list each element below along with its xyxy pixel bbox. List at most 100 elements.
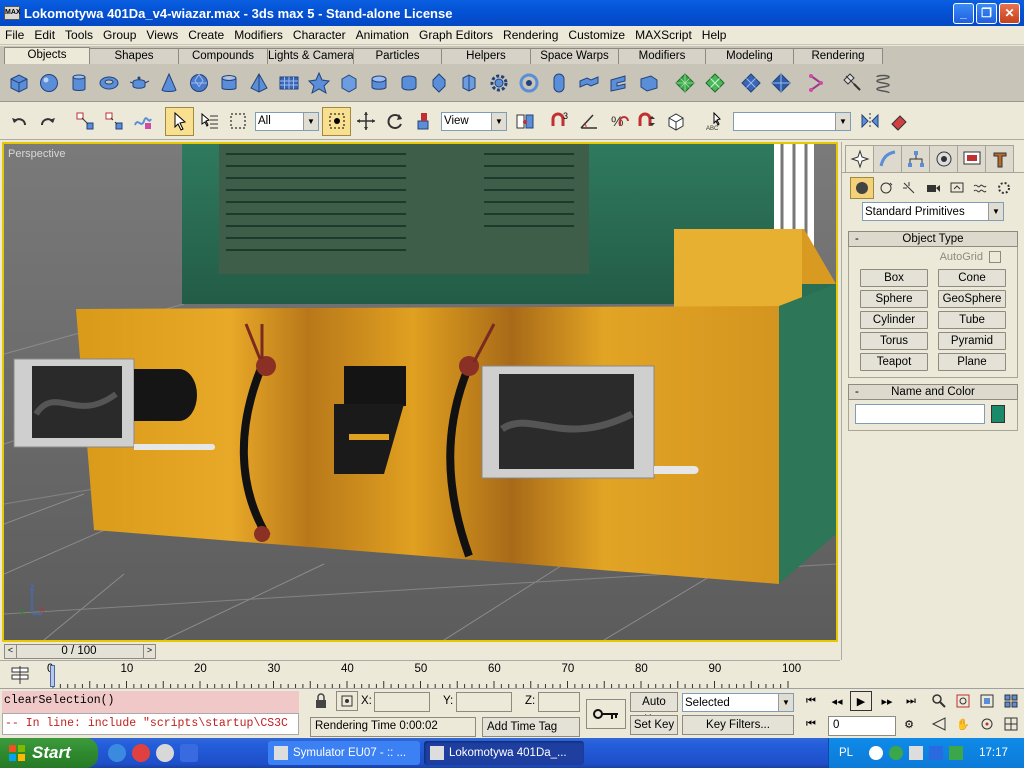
tray-app-icon[interactable] <box>949 746 964 760</box>
select-and-rotate-icon[interactable] <box>380 107 409 136</box>
box-button[interactable]: Box <box>860 269 928 287</box>
network-icon[interactable] <box>869 746 884 760</box>
angle-snap-icon[interactable] <box>574 107 603 136</box>
taskbar-item-lokomotywa[interactable]: Lokomotywa 401Da_... <box>424 741 584 765</box>
pyramid-icon[interactable] <box>244 68 274 98</box>
c-ext-icon[interactable] <box>604 68 634 98</box>
tab-lights-cameras[interactable]: Lights & Cameras <box>267 48 354 64</box>
tab-rendering[interactable]: Rendering <box>793 48 883 64</box>
pan-icon[interactable]: ✋ <box>952 714 974 734</box>
chamfer-cylinder-icon[interactable] <box>364 68 394 98</box>
shapes-icon[interactable] <box>874 177 898 199</box>
arc-rotate-icon[interactable] <box>976 714 998 734</box>
auto-key-button[interactable]: Auto Key <box>630 692 678 726</box>
menu-group[interactable]: Group <box>98 28 141 42</box>
selection-filter-dropdown[interactable]: All ▼ <box>255 111 319 131</box>
use-pivot-center-icon[interactable] <box>510 107 539 136</box>
window-crossing-icon[interactable] <box>322 106 351 136</box>
sphere-icon[interactable] <box>34 68 64 98</box>
tube-icon[interactable] <box>214 68 244 98</box>
box-icon[interactable] <box>4 68 34 98</box>
taskbar-item-symulator[interactable]: Symulator EU07 - :: ... <box>268 741 420 765</box>
time-slider-track[interactable]: < 0 / 100 > <box>4 644 156 659</box>
select-and-move-icon[interactable] <box>351 107 380 136</box>
key-mode-dropdown[interactable]: Selected ▼ <box>682 693 794 712</box>
mirror-icon[interactable] <box>855 107 884 136</box>
spring-icon[interactable] <box>868 68 898 98</box>
add-time-tag-button[interactable]: Add Time Tag <box>482 717 580 737</box>
tube-button[interactable]: Tube <box>938 311 1006 329</box>
name-and-color-rollout-header[interactable]: - Name and Color <box>848 384 1018 400</box>
z-coord-field[interactable] <box>538 692 580 712</box>
tab-shapes[interactable]: Shapes <box>89 48 179 64</box>
unlink-selection-icon[interactable] <box>99 107 128 136</box>
media-icon[interactable] <box>180 744 198 762</box>
undo-icon[interactable] <box>4 107 33 136</box>
browser-icon[interactable] <box>132 744 150 762</box>
menu-create[interactable]: Create <box>183 28 229 42</box>
sphere-button[interactable]: Sphere <box>860 290 928 308</box>
eraser-icon[interactable] <box>884 107 913 136</box>
cv-surface-icon[interactable] <box>766 68 796 98</box>
maxscript-output-line[interactable]: -- In line: include "scripts\startup\CS3… <box>2 713 299 735</box>
zoom-extents-icon[interactable] <box>976 691 998 711</box>
mesh-grid-icon[interactable] <box>670 68 700 98</box>
set-key-button[interactable]: Set Key <box>630 715 678 735</box>
restore-button[interactable]: ❐ <box>976 2 997 24</box>
bind-to-space-warp-icon[interactable] <box>128 107 157 136</box>
utilities-panel-tab[interactable] <box>985 145 1014 172</box>
named-selection-icon[interactable] <box>661 107 690 136</box>
y-coord-field[interactable] <box>456 692 512 712</box>
maximize-viewport-icon[interactable] <box>1000 714 1022 734</box>
modify-panel-tab[interactable] <box>873 145 902 172</box>
object-type-rollout-header[interactable]: - Object Type <box>848 231 1018 247</box>
teapot-icon[interactable] <box>124 68 154 98</box>
autogrid-checkbox[interactable] <box>989 251 1001 263</box>
play-icon[interactable]: ▶ <box>850 691 872 711</box>
snaps-toggle-icon[interactable]: 3 <box>545 107 574 136</box>
gear-icon[interactable] <box>484 68 514 98</box>
x-coord-field[interactable] <box>374 692 430 712</box>
cameras-icon[interactable] <box>921 177 945 199</box>
previous-frame-icon[interactable]: ◂◂ <box>826 691 848 711</box>
motion-panel-tab[interactable] <box>929 145 958 172</box>
edit-named-selections-icon[interactable]: ABC <box>700 107 729 136</box>
named-selection-set-dropdown[interactable]: ▼ <box>733 111 851 131</box>
menu-character[interactable]: Character <box>288 28 351 42</box>
space-warps-icon[interactable] <box>969 177 993 199</box>
prism-icon[interactable] <box>634 68 664 98</box>
menu-rendering[interactable]: Rendering <box>498 28 563 42</box>
patch-grid-icon[interactable] <box>700 68 730 98</box>
torus-icon[interactable] <box>94 68 124 98</box>
gengon-icon[interactable] <box>454 68 484 98</box>
systems-icon[interactable] <box>992 177 1016 199</box>
security-icon[interactable] <box>909 746 924 760</box>
select-and-link-icon[interactable] <box>70 107 99 136</box>
capsule-icon[interactable] <box>544 68 574 98</box>
object-category-dropdown[interactable]: Standard Primitives ▼ <box>862 202 1004 221</box>
select-object-icon[interactable] <box>165 106 194 136</box>
goto-end-icon[interactable]: ⏭ <box>900 691 922 711</box>
zoom-icon[interactable] <box>928 691 950 711</box>
pyramid-button[interactable]: Pyramid <box>938 332 1006 350</box>
volume-icon[interactable] <box>929 746 944 760</box>
3dsmax-quick-icon[interactable] <box>156 744 174 762</box>
show-desktop-icon[interactable] <box>108 744 126 762</box>
absolute-mode-icon[interactable] <box>336 691 358 711</box>
tab-helpers[interactable]: Helpers <box>441 48 531 64</box>
menu-graph-editors[interactable]: Graph Editors <box>414 28 498 42</box>
torus-button[interactable]: Torus <box>860 332 928 350</box>
plane-icon[interactable] <box>274 68 304 98</box>
percent-snap-icon[interactable]: % <box>603 107 632 136</box>
maxscript-listener-line[interactable]: clearSelection() <box>2 691 299 713</box>
cone-icon[interactable] <box>154 68 184 98</box>
current-frame-marker[interactable] <box>50 665 55 687</box>
redo-icon[interactable] <box>33 107 62 136</box>
tab-compounds[interactable]: Compounds <box>178 48 268 64</box>
dummy-icon[interactable] <box>838 68 868 98</box>
time-configuration-icon[interactable]: ⚙ <box>898 714 920 734</box>
menu-customize[interactable]: Customize <box>563 28 630 42</box>
messenger-icon[interactable] <box>889 746 904 760</box>
time-next-icon[interactable]: > <box>143 645 155 658</box>
bone-icon[interactable] <box>802 68 832 98</box>
